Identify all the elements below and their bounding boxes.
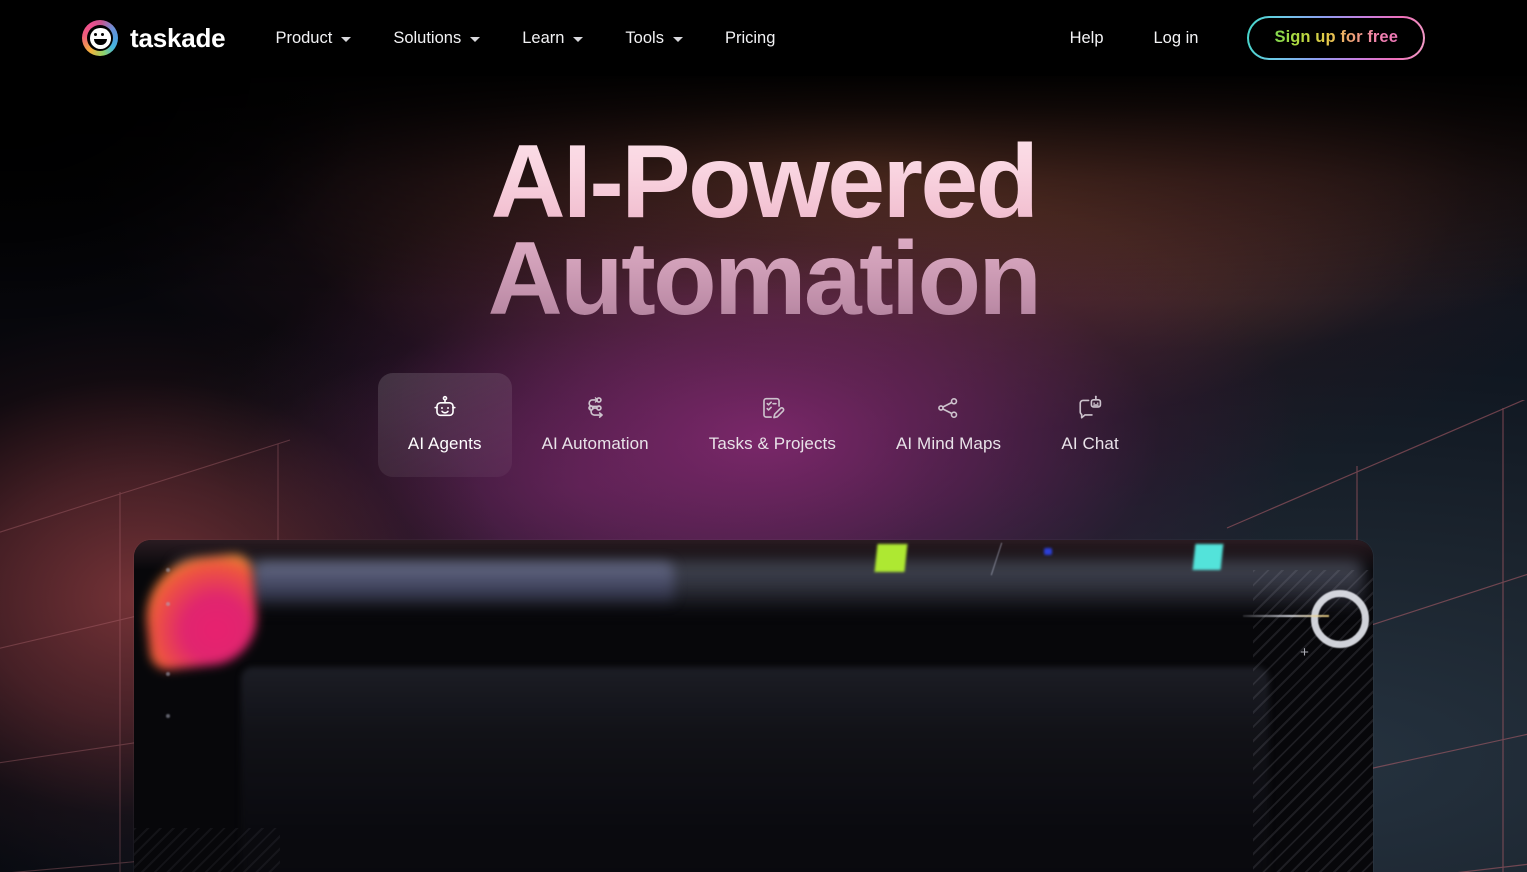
checklist-edit-icon xyxy=(759,395,785,421)
page-title-line-2: Automation xyxy=(487,220,1042,337)
signup-button[interactable]: Sign up for free xyxy=(1247,16,1425,60)
chevron-down-icon xyxy=(573,36,584,42)
nav-item-label: Tools xyxy=(625,28,664,47)
share-nodes-icon xyxy=(936,395,962,421)
tab-label: AI Agents xyxy=(407,434,482,454)
video-content-panel xyxy=(241,667,1269,872)
page-title: AI-Powered Automation xyxy=(487,130,1042,337)
tab-label: AI Chat xyxy=(1061,434,1119,454)
chevron-down-icon xyxy=(672,36,683,42)
tab-ai-chat[interactable]: AI Chat xyxy=(1031,373,1149,477)
nav-item-pricing[interactable]: Pricing xyxy=(704,21,796,56)
taskade-smiley-logo-icon xyxy=(82,20,118,56)
nav-item-solutions[interactable]: Solutions xyxy=(372,21,501,56)
chevron-down-icon xyxy=(341,36,352,42)
tab-label: Tasks & Projects xyxy=(708,434,836,454)
hero-section: AI-Powered Automation AI Agents AI Autom… xyxy=(0,76,1527,478)
login-link[interactable]: Log in xyxy=(1129,21,1224,56)
video-left-dots xyxy=(166,568,170,728)
hero-product-video[interactable]: + Generate xyxy=(134,540,1373,872)
feature-tab-bar: AI Agents AI Automation Tasks & Projects… xyxy=(377,373,1149,478)
tab-ai-mind-maps[interactable]: AI Mind Maps xyxy=(866,373,1031,477)
help-link[interactable]: Help xyxy=(1045,21,1129,56)
chat-robot-icon xyxy=(1077,395,1103,421)
brand-logo-link[interactable]: taskade xyxy=(82,20,226,56)
robot-icon xyxy=(432,395,458,421)
signup-button-surface: Sign up for free xyxy=(1249,18,1423,58)
video-device-blur-secondary xyxy=(254,562,674,606)
video-cyan-marker xyxy=(1192,544,1224,570)
tab-tasks-and-projects[interactable]: Tasks & Projects xyxy=(679,373,866,477)
video-ring-bar xyxy=(1243,615,1329,617)
top-navigation-bar: taskade Product Solutions Learn Tools Pr… xyxy=(0,0,1527,76)
video-white-ring xyxy=(1311,590,1369,648)
primary-nav-links: Product Solutions Learn Tools Pricing xyxy=(259,21,796,56)
nav-item-label: Solutions xyxy=(393,28,462,47)
chevron-down-icon xyxy=(470,36,481,42)
tab-label: AI Mind Maps xyxy=(895,434,1002,454)
tab-label: AI Automation xyxy=(541,434,649,454)
video-hatch-left xyxy=(134,828,280,872)
nav-item-label: Pricing xyxy=(724,28,776,47)
tab-ai-agents[interactable]: AI Agents xyxy=(377,373,512,478)
video-green-marker xyxy=(874,544,908,572)
page-root: taskade Product Solutions Learn Tools Pr… xyxy=(0,0,1527,872)
secondary-nav-links: Help Log in Sign up for free xyxy=(1045,16,1425,60)
signup-button-label: Sign up for free xyxy=(1274,28,1398,46)
nav-item-label: Learn xyxy=(522,28,565,47)
tab-ai-automation[interactable]: AI Automation xyxy=(512,373,679,477)
page-title-line-1: AI-Powered xyxy=(488,130,1040,234)
workflow-route-icon xyxy=(582,395,608,421)
video-blue-dot xyxy=(1044,548,1052,555)
nav-item-tools[interactable]: Tools xyxy=(604,21,704,56)
brand-name: taskade xyxy=(130,22,226,53)
video-plus-marker: + xyxy=(1300,644,1309,661)
nav-item-learn[interactable]: Learn xyxy=(501,21,604,56)
nav-item-product[interactable]: Product xyxy=(259,21,372,56)
nav-item-label: Product xyxy=(275,28,333,47)
